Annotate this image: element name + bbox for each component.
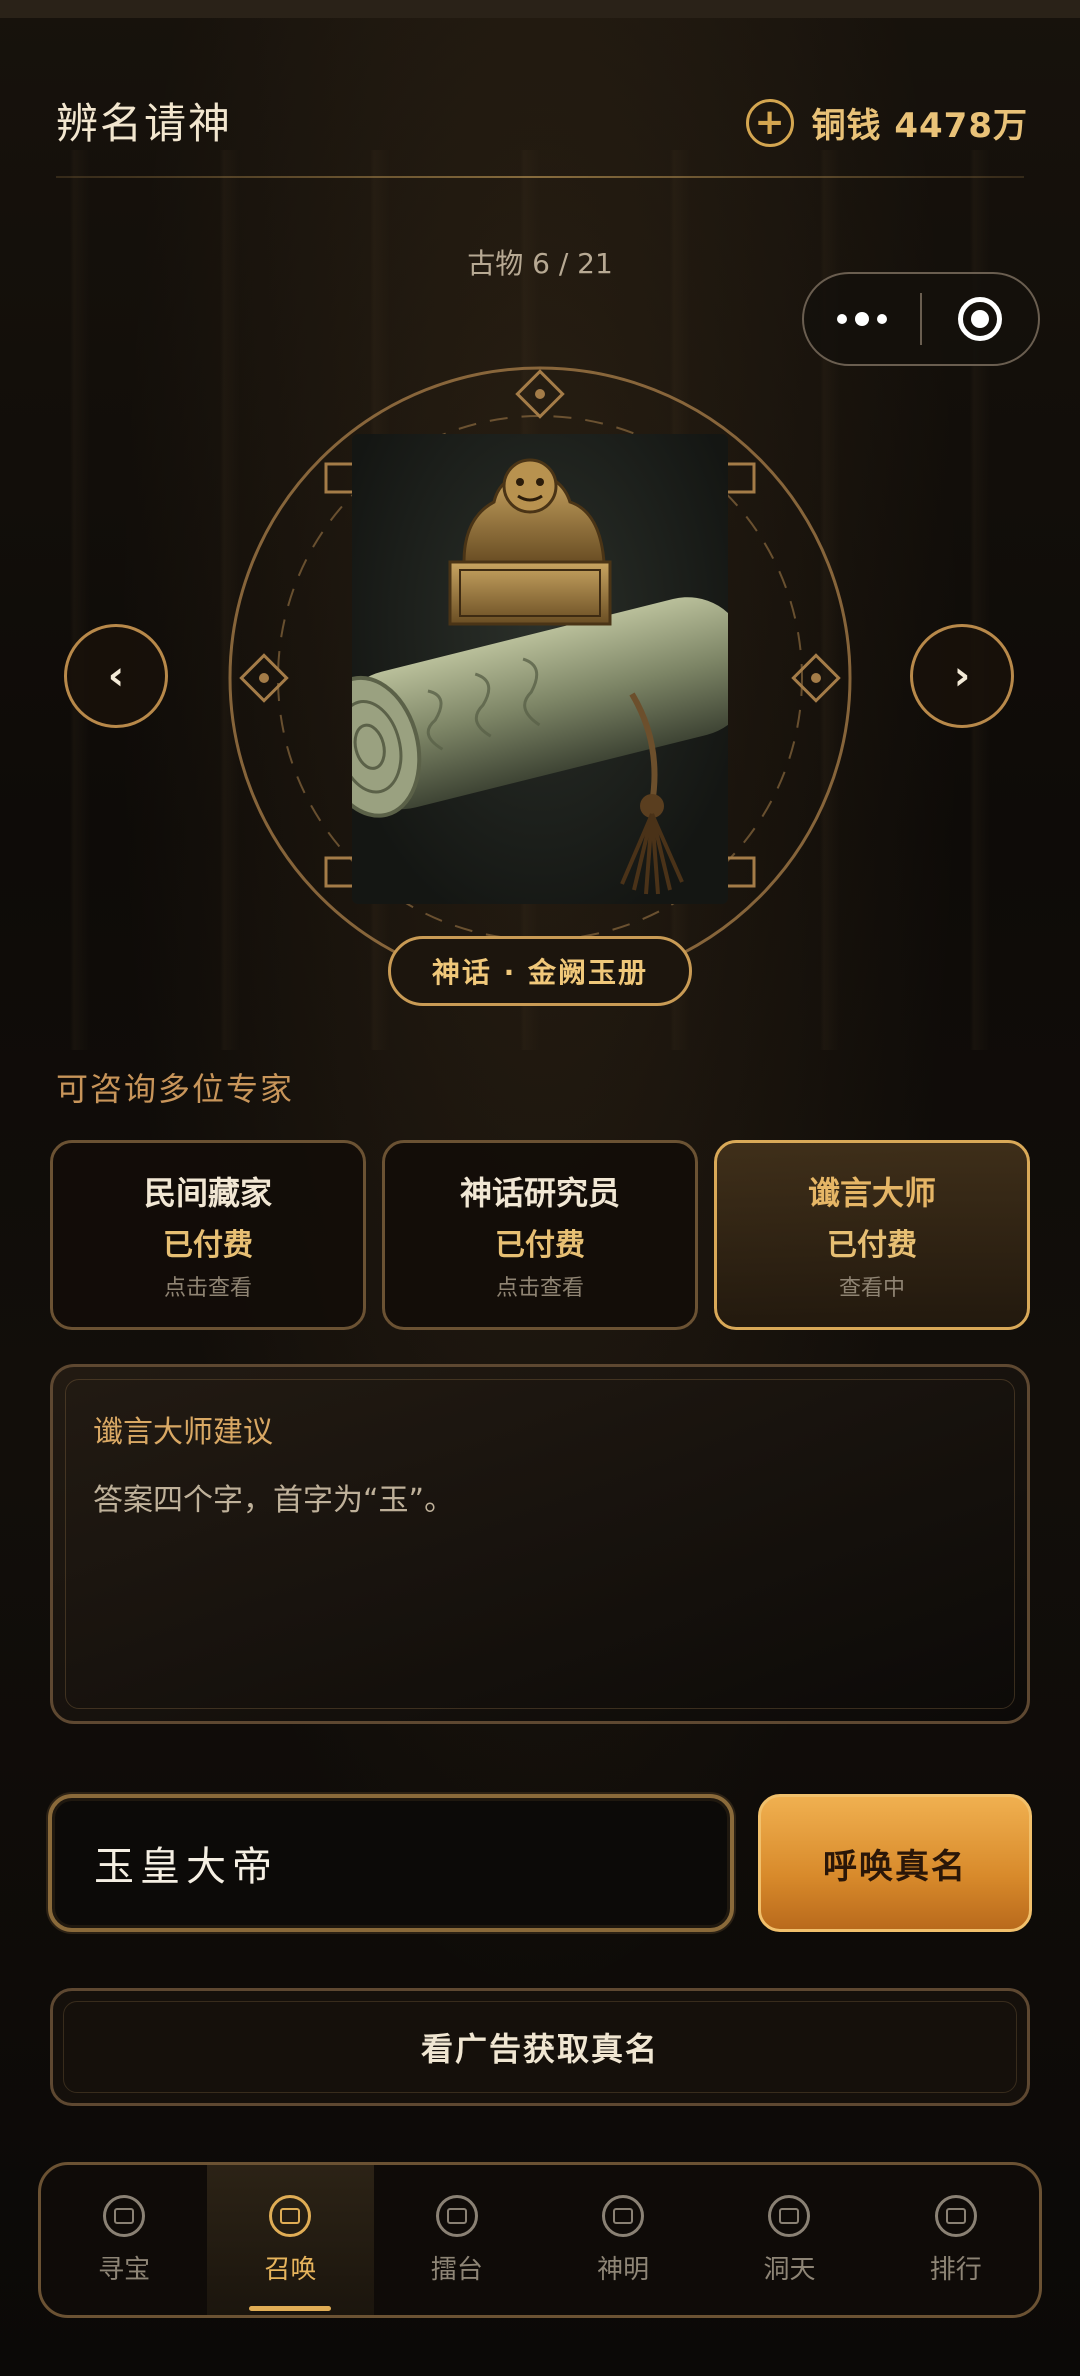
expert-name: 神话研究员 xyxy=(459,1174,620,1212)
cave-icon xyxy=(768,2194,811,2237)
summon-icon xyxy=(269,2194,312,2237)
expert-hint: 查看中 xyxy=(838,1276,905,1301)
tab-label: 擂台 xyxy=(430,2254,483,2285)
tab-label: 排行 xyxy=(929,2254,982,2285)
expert-hint: 点击查看 xyxy=(495,1276,584,1301)
summon-button[interactable]: 呼唤真名 xyxy=(758,1794,1032,1932)
expert-card-folk-collector[interactable]: 民间藏家 已付费 点击查看 xyxy=(50,1140,366,1330)
page-title: 辨名请神 xyxy=(56,99,233,148)
expert-card-prophecy-master[interactable]: 谶言大师 已付费 查看中 xyxy=(714,1140,1030,1330)
currency-display: + 铜钱 4478万 xyxy=(745,98,1028,147)
expert-status: 已付费 xyxy=(495,1228,585,1263)
ad-button-frame xyxy=(63,2001,1017,2093)
tab-label: 召唤 xyxy=(264,2254,317,2285)
expert-status: 已付费 xyxy=(827,1228,917,1263)
answer-row: 玉皇大帝 呼唤真名 xyxy=(48,1794,1032,1932)
status-bar xyxy=(0,0,1080,18)
advice-text: 答案四个字，首字为“玉”。 xyxy=(93,1483,455,1518)
chevron-left-icon[interactable]: ‹ xyxy=(64,624,168,728)
experts-section-label: 可咨询多位专家 xyxy=(56,1070,295,1108)
tab-label: 神明 xyxy=(597,2254,650,2285)
target-circle-icon[interactable] xyxy=(922,297,1038,341)
advice-title: 谶言大师建议 xyxy=(93,1415,273,1450)
currency-amount: 铜钱 4478万 xyxy=(811,106,1028,146)
miniprogram-capsule xyxy=(802,272,1040,366)
tab-summon[interactable]: 召唤 xyxy=(207,2165,374,2315)
artifact-stage: ‹ › 神话 · 金阙玉册 xyxy=(0,360,1080,1020)
expert-name: 谶言大师 xyxy=(807,1174,936,1212)
tab-label: 洞天 xyxy=(763,2254,816,2285)
tab-deity[interactable]: 神明 xyxy=(540,2165,706,2315)
bottom-tab-bar: 寻宝 召唤 擂台 神明 洞天 排行 xyxy=(38,2162,1042,2318)
chevron-right-icon[interactable]: › xyxy=(910,624,1014,728)
tab-cave[interactable]: 洞天 xyxy=(706,2165,872,2315)
plus-circle-icon[interactable]: + xyxy=(745,98,794,147)
header-divider xyxy=(56,176,1024,178)
advice-panel: 谶言大师建议 答案四个字，首字为“玉”。 xyxy=(50,1364,1030,1724)
arena-icon xyxy=(435,2194,478,2237)
ranking-icon xyxy=(934,2194,977,2237)
treasure-icon xyxy=(103,2194,146,2237)
summon-page: 辨名请神 + 铜钱 4478万 古物 6 / 21 ‹ › 神话 · 金阙玉册 … xyxy=(0,0,1080,2376)
expert-card-myth-researcher[interactable]: 神话研究员 已付费 点击查看 xyxy=(382,1140,698,1330)
tab-treasure[interactable]: 寻宝 xyxy=(41,2165,207,2315)
answer-input[interactable]: 玉皇大帝 xyxy=(48,1794,734,1932)
expert-list: 民间藏家 已付费 点击查看 神话研究员 已付费 点击查看 谶言大师 已付费 查看… xyxy=(50,1140,1030,1330)
more-dots-icon[interactable] xyxy=(804,312,920,326)
expert-name: 民间藏家 xyxy=(143,1174,272,1212)
artifact-image xyxy=(352,434,728,904)
expert-status: 已付费 xyxy=(163,1228,253,1263)
tab-ranking[interactable]: 排行 xyxy=(873,2165,1039,2315)
active-tab-indicator xyxy=(249,2306,332,2311)
expert-hint: 点击查看 xyxy=(163,1276,252,1301)
tab-arena[interactable]: 擂台 xyxy=(374,2165,540,2315)
deity-icon xyxy=(602,2194,645,2237)
tab-label: 寻宝 xyxy=(98,2254,151,2285)
watch-ad-button[interactable]: 看广告获取真名 xyxy=(50,1988,1030,2106)
artifact-name-badge: 神话 · 金阙玉册 xyxy=(388,936,692,1006)
jade-scroll-seal-illustration xyxy=(352,458,728,895)
